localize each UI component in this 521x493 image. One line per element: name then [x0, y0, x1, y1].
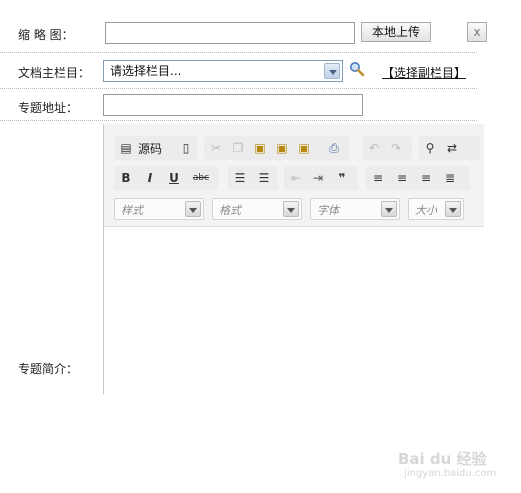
baidu-watermark: Bai du 经验 — [398, 450, 487, 468]
main-column-label: 文档主栏目： — [18, 66, 91, 80]
topic-url-input[interactable] — [103, 94, 363, 116]
source-button-label[interactable]: 源码 — [138, 140, 162, 157]
format-combo[interactable]: 格式 — [212, 198, 302, 220]
italic-icon[interactable]: I — [142, 170, 158, 186]
chevron-down-icon[interactable] — [324, 63, 340, 79]
main-column-selected: 请选择栏目... — [110, 64, 182, 78]
undo-icon[interactable]: ↶ — [366, 140, 382, 156]
size-combo-label: 大小 — [415, 204, 437, 217]
redo-icon[interactable]: ↷ — [388, 140, 404, 156]
chevron-down-icon[interactable] — [445, 201, 461, 217]
new-page-icon[interactable]: ▯ — [178, 140, 194, 156]
paste-word-icon[interactable]: ▣ — [296, 140, 312, 156]
indent-icon[interactable]: ⇥ — [310, 170, 326, 186]
size-combo[interactable]: 大小 — [408, 198, 464, 220]
strikethrough-icon[interactable]: abc — [190, 170, 212, 186]
select-sub-column-link[interactable]: 【选择副栏目】 — [382, 64, 466, 81]
paste-text-icon[interactable]: ▣ — [274, 140, 290, 156]
blockquote-icon[interactable]: ❞ — [334, 170, 350, 186]
chevron-down-icon[interactable] — [185, 201, 201, 217]
print-icon[interactable]: ⎙ — [326, 140, 342, 156]
format-combo-label: 格式 — [219, 204, 241, 217]
watermark-url: jingyan.baidu.com — [404, 468, 497, 479]
search-icon[interactable] — [349, 61, 365, 77]
upload-local-button[interactable]: 本地上传 — [361, 22, 431, 42]
extra-button[interactable]: x — [467, 22, 487, 42]
outdent-icon[interactable]: ⇤ — [288, 170, 304, 186]
topic-intro-label: 专题简介： — [18, 362, 79, 376]
divider — [0, 88, 477, 89]
divider — [0, 120, 477, 121]
copy-icon[interactable]: ❐ — [230, 140, 246, 156]
align-left-icon[interactable]: ≡ — [370, 170, 386, 186]
thumbnail-input[interactable] — [105, 22, 355, 44]
bulleted-list-icon[interactable]: ☰ — [256, 170, 272, 186]
find-icon[interactable]: ⚲ — [422, 140, 438, 156]
replace-icon[interactable]: ⇄ — [444, 140, 460, 156]
align-right-icon[interactable]: ≡ — [418, 170, 434, 186]
cut-icon[interactable]: ✂ — [208, 140, 224, 156]
numbered-list-icon[interactable]: ☰ — [232, 170, 248, 186]
editor-toolbar: ▤ 源码 ▯ ✂ ❐ ▣ ▣ ▣ ⎙ ↶ ↷ ⚲ ⇄ B I U abc ☰ ☰… — [104, 124, 484, 226]
source-icon[interactable]: ▤ — [118, 140, 134, 156]
chevron-down-icon[interactable] — [283, 201, 299, 217]
thumbnail-label: 缩 略 图： — [18, 28, 74, 42]
rich-text-editor: ▤ 源码 ▯ ✂ ❐ ▣ ▣ ▣ ⎙ ↶ ↷ ⚲ ⇄ B I U abc ☰ ☰… — [103, 124, 484, 394]
justify-icon[interactable]: ≣ — [442, 170, 458, 186]
paste-icon[interactable]: ▣ — [252, 140, 268, 156]
style-combo-label: 样式 — [121, 204, 143, 217]
align-center-icon[interactable]: ≡ — [394, 170, 410, 186]
chevron-down-icon[interactable] — [381, 201, 397, 217]
divider — [0, 52, 477, 53]
main-column-select[interactable]: 请选择栏目... — [103, 60, 343, 82]
font-combo-label: 字体 — [317, 204, 339, 217]
underline-icon[interactable]: U — [166, 170, 182, 186]
editor-content-area[interactable] — [104, 226, 484, 394]
topic-url-label: 专题地址： — [18, 101, 79, 115]
bold-icon[interactable]: B — [118, 170, 134, 186]
style-combo[interactable]: 样式 — [114, 198, 204, 220]
font-combo[interactable]: 字体 — [310, 198, 400, 220]
